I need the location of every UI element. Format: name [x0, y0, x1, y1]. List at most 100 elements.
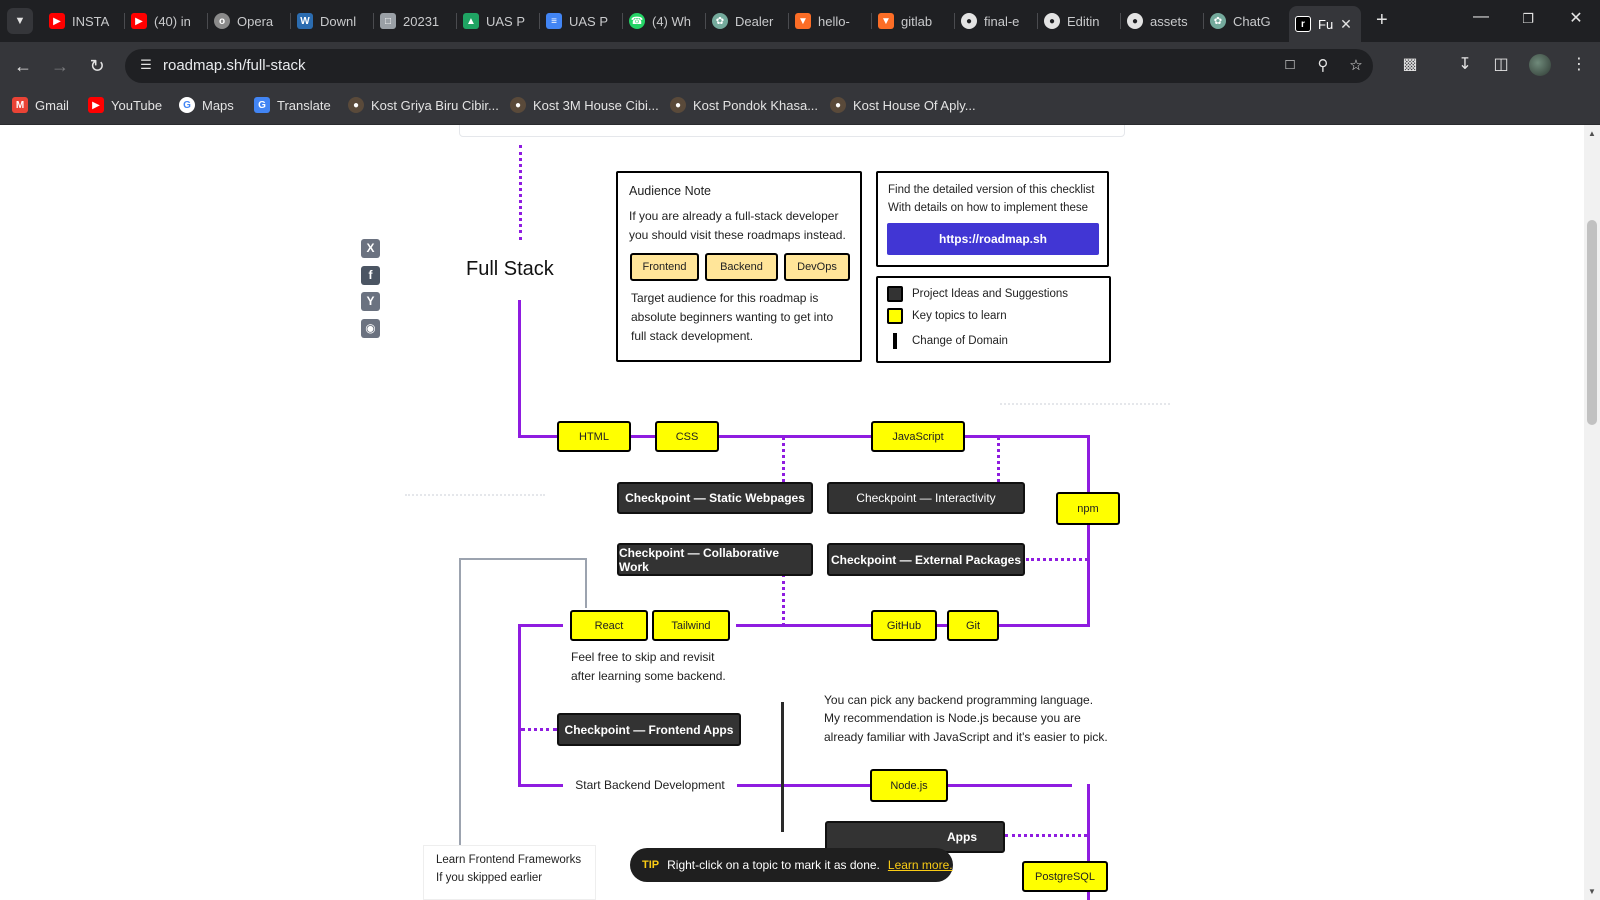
tip-toast: TIP Right-click on a topic to mark it as… — [630, 848, 953, 882]
topic-html[interactable]: HTML — [557, 421, 631, 452]
browser-tab[interactable]: W Downl — [291, 8, 374, 34]
gray-connector — [459, 558, 586, 560]
browser-tab-active[interactable]: r Fu ✕ — [1289, 6, 1361, 42]
browser-tab[interactable]: ✿ Dealer — [706, 8, 789, 34]
browser-tab[interactable]: ● final-e — [955, 8, 1038, 34]
learn-frameworks-line: If you skipped earlier — [436, 872, 543, 884]
browser-tab[interactable]: ● Editin — [1038, 8, 1121, 34]
browser-tab[interactable]: ● assets — [1121, 8, 1204, 34]
minimize-button[interactable]: — — [1461, 8, 1501, 26]
download-icon[interactable]: ↧ — [1454, 54, 1476, 74]
frontend-roadmap-button[interactable]: Frontend — [630, 253, 699, 281]
topic-nodejs[interactable]: Node.js — [870, 769, 948, 802]
bookmark-star-icon[interactable]: ☆ — [1346, 56, 1366, 74]
checkpoint-frontend-apps[interactable]: Checkpoint — Frontend Apps — [557, 713, 741, 746]
bookmark-kost-3[interactable]: ● Kost Pondok Khasa... — [670, 97, 818, 113]
browser-tab[interactable]: ▼ hello- — [789, 8, 872, 34]
chevron-down-icon: ▼ — [14, 15, 26, 27]
gray-connector — [459, 558, 461, 848]
back-button[interactable]: ← — [10, 53, 36, 79]
bookmark-youtube[interactable]: ▶ YouTube — [88, 97, 162, 113]
tip-learn-more-link[interactable]: Learn more. — [888, 858, 953, 872]
topic-tailwind[interactable]: Tailwind — [652, 610, 730, 641]
kost-icon: ● — [830, 97, 846, 113]
google-icon: G — [179, 97, 195, 113]
devops-roadmap-button[interactable]: DevOps — [784, 253, 850, 281]
kost-icon: ● — [510, 97, 526, 113]
learn-frameworks-note: Learn Frontend Frameworks If you skipped… — [423, 845, 596, 900]
topic-github[interactable]: GitHub — [871, 610, 937, 641]
restore-button[interactable]: ❐ — [1508, 11, 1548, 27]
x-icon[interactable]: X — [361, 239, 380, 258]
roadmap-link-button[interactable]: https://roadmap.sh — [887, 223, 1099, 255]
more-menu-icon[interactable]: ⋮ — [1568, 54, 1590, 74]
chatgpt-icon: ✿ — [712, 13, 728, 29]
background-dots — [1000, 403, 1170, 405]
page-scrollbar[interactable]: ▲ ▼ — [1584, 125, 1600, 900]
new-tab-button[interactable]: + — [1376, 9, 1388, 32]
bookmark-gmail[interactable]: M Gmail — [12, 97, 69, 113]
browser-tab[interactable]: o Opera — [208, 8, 291, 34]
scroll-down-icon[interactable]: ▼ — [1584, 887, 1600, 896]
bookmark-kost-1[interactable]: ● Kost Griya Biru Cibir... — [348, 97, 499, 113]
reddit-icon[interactable]: ◉ — [361, 319, 380, 338]
zoom-icon[interactable]: ⚲ — [1313, 56, 1333, 74]
address-bar[interactable]: ☰ roadmap.sh/full-stack □ ⚲ ☆ — [125, 49, 1373, 83]
topic-postgresql[interactable]: PostgreSQL — [1022, 861, 1108, 892]
start-backend-node[interactable]: Start Backend Development — [563, 771, 737, 799]
backend-roadmap-button[interactable]: Backend — [705, 253, 778, 281]
legend-label: Change of Domain — [912, 335, 1008, 347]
checkpoint-collaborative-work[interactable]: Checkpoint — Collaborative Work — [617, 543, 813, 576]
side-panel-icon[interactable]: ◫ — [1490, 54, 1512, 74]
skip-note-line: Feel free to skip and revisit — [571, 650, 715, 664]
scrollbar-thumb[interactable] — [1587, 220, 1597, 425]
audience-note-panel: Audience Note If you are already a full-… — [616, 171, 862, 362]
browser-tab[interactable]: ≡ UAS P — [540, 8, 623, 34]
tab-search-button[interactable]: ▼ — [7, 8, 33, 34]
checkpoint-external-packages[interactable]: Checkpoint — External Packages — [827, 543, 1025, 576]
browser-tab[interactable]: □ 20231 — [374, 8, 457, 34]
ycombinator-icon[interactable]: Y — [361, 292, 380, 311]
backend-note-line: My recommendation is Node.js because you… — [824, 711, 1081, 725]
arrow-right-icon: → — [51, 56, 69, 76]
browser-tab[interactable]: ▼ gitlab — [872, 8, 955, 34]
facebook-icon[interactable]: f — [361, 266, 380, 285]
checkpoint-interactivity[interactable]: Checkpoint — Interactivity — [827, 482, 1025, 514]
browser-tab[interactable]: ▶ INSTA — [43, 8, 125, 34]
checklist-line: Find the detailed version of this checkl… — [888, 184, 1095, 196]
bookmarks-bar: M Gmail ▶ YouTube G Maps G Translate ● Kost G… — [0, 90, 1600, 125]
topic-css[interactable]: CSS — [655, 421, 719, 452]
site-settings-icon[interactable]: ☰ — [137, 57, 155, 75]
github-icon: ● — [961, 13, 977, 29]
legend-swatch-key-topic — [887, 308, 903, 324]
browser-tab[interactable]: ☎ (4) Wh — [623, 8, 706, 34]
forward-button[interactable]: → — [47, 53, 73, 79]
scroll-up-icon[interactable]: ▲ — [1584, 129, 1600, 138]
close-tab-icon[interactable]: ✕ — [1340, 16, 1356, 33]
topic-javascript[interactable]: JavaScript — [871, 421, 965, 452]
reload-button[interactable]: ↻ — [84, 53, 110, 79]
install-app-icon[interactable]: □ — [1280, 56, 1300, 73]
browser-tab[interactable]: ▲ UAS P — [457, 8, 540, 34]
restore-icon: ❐ — [1522, 11, 1534, 26]
topic-npm[interactable]: npm — [1056, 492, 1120, 525]
bookmark-maps[interactable]: G Maps — [179, 97, 234, 113]
checkpoint-static-webpages[interactable]: Checkpoint — Static Webpages — [617, 482, 813, 514]
bookmark-translate[interactable]: G Translate — [254, 97, 331, 113]
connector-dotted — [782, 437, 785, 482]
topic-git[interactable]: Git — [947, 610, 999, 641]
browser-tab[interactable]: ✿ ChatG — [1204, 8, 1287, 34]
audience-intro-line: you should visit these roadmaps instead. — [629, 228, 846, 242]
extensions-icon[interactable]: ▩ — [1399, 54, 1421, 74]
roadmap-page: X f Y ◉ Full Stack Audience Note If you … — [0, 125, 1600, 900]
roadmap-icon: r — [1295, 16, 1311, 32]
address-url[interactable]: roadmap.sh/full-stack — [163, 57, 306, 74]
profile-avatar[interactable] — [1529, 54, 1551, 76]
browser-tab[interactable]: ▶ (40) in — [125, 8, 208, 34]
topic-react[interactable]: React — [570, 610, 648, 641]
roadmap-title: Full Stack — [466, 258, 554, 280]
youtube-icon: ▶ — [49, 13, 65, 29]
bookmark-kost-4[interactable]: ● Kost House Of Aply... — [830, 97, 976, 113]
bookmark-kost-2[interactable]: ● Kost 3M House Cibi... — [510, 97, 659, 113]
close-window-button[interactable]: ✕ — [1556, 8, 1596, 28]
